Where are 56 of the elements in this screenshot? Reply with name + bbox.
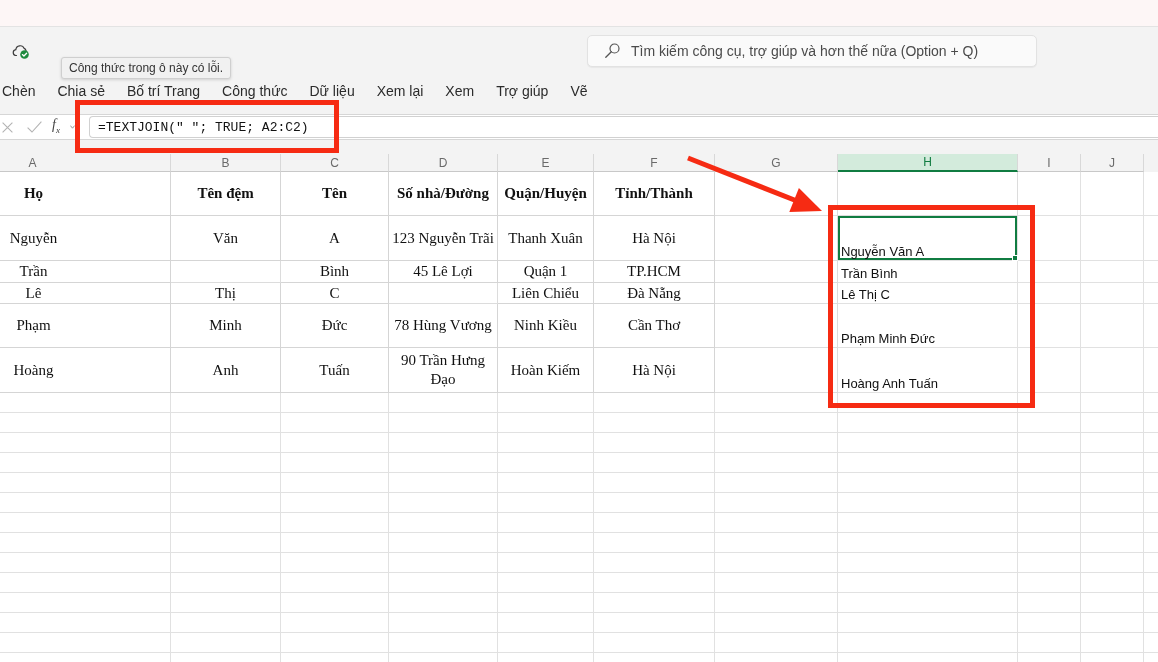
sheet-cell[interactable]: Bình xyxy=(281,261,389,283)
sheet-cell[interactable]: Số nhà/Đường xyxy=(389,172,498,216)
sheet-cell[interactable]: Ninh Kiều xyxy=(498,304,594,348)
sheet-cell[interactable]: Văn xyxy=(171,216,281,261)
ribbon-tab[interactable]: Xem lại xyxy=(376,83,424,99)
sheet-cell[interactable]: Quận 1 xyxy=(498,261,594,283)
search-field[interactable]: Tìm kiếm công cụ, trợ giúp và hơn thế nữa (Option + Q) xyxy=(587,34,1037,67)
ribbon-tab[interactable]: Xem xyxy=(445,83,475,99)
sheet-cell[interactable]: Họ xyxy=(0,172,171,216)
sheet-cell[interactable]: 123 Nguyễn Trãi xyxy=(389,216,498,261)
sheet-cell[interactable]: Minh xyxy=(171,304,281,348)
ribbon-tab[interactable]: Trợ giúp xyxy=(496,83,549,99)
column-header[interactable]: I xyxy=(1018,154,1081,172)
sheet-cell[interactable]: Lê xyxy=(0,283,171,304)
ribbon-tab[interactable]: Bố trí Trang xyxy=(126,83,201,99)
cancel-icon[interactable] xyxy=(2,121,13,133)
ribbon-tab[interactable]: Dữ liệu xyxy=(309,83,355,99)
fill-handle[interactable] xyxy=(1012,255,1018,261)
sheet-cell[interactable]: Đức xyxy=(281,304,389,348)
check-icon[interactable] xyxy=(27,121,42,133)
sheet-cell[interactable]: Tên đệm xyxy=(171,172,281,216)
column-header[interactable]: J xyxy=(1081,154,1144,172)
formula-field[interactable]: =TEXTJOIN(" "; TRUE; A2:C2) xyxy=(89,116,1158,138)
sheet-cell[interactable]: 90 Trần Hưng Đạo xyxy=(389,348,498,393)
sheet-cell[interactable]: Tên xyxy=(281,172,389,216)
search-icon xyxy=(605,43,620,58)
sheet-cell[interactable]: Thanh Xuân xyxy=(498,216,594,261)
sheet-cell[interactable]: Nguyễn Văn A xyxy=(838,216,1018,261)
sheet-cell[interactable]: Anh xyxy=(171,348,281,393)
sheet-cell[interactable]: Đà Nẵng xyxy=(594,283,715,304)
sheet-cell[interactable]: Hà Nội xyxy=(594,216,715,261)
sheet-cell[interactable]: Hà Nội xyxy=(594,348,715,393)
ribbon-tab[interactable]: Công thức xyxy=(222,83,288,99)
ribbon-tab[interactable]: Chèn xyxy=(2,83,36,99)
sheet-cell[interactable]: Nguyễn xyxy=(0,216,171,261)
cloud-check-icon xyxy=(12,42,30,59)
sheet-cell[interactable]: TP.HCM xyxy=(594,261,715,283)
sheet-cell[interactable]: A xyxy=(281,216,389,261)
column-header[interactable]: H xyxy=(838,154,1018,172)
sheet-cell[interactable]: Tuấn xyxy=(281,348,389,393)
tooltip: Công thức trong ô này có lỗi. xyxy=(61,57,232,79)
sheet-cell[interactable]: Phạm xyxy=(0,304,171,348)
sheet-cell[interactable]: 78 Hùng Vương xyxy=(389,304,498,348)
sheet-cell[interactable]: C xyxy=(281,283,389,304)
sheet-cell[interactable]: 45 Lê Lợi xyxy=(389,261,498,283)
ribbon-tab[interactable]: Chia sẻ xyxy=(57,83,105,99)
sheet-cell[interactable]: Liên Chiểu xyxy=(498,283,594,304)
sheet-cell[interactable]: Tỉnh/Thành xyxy=(594,172,715,216)
ribbon-tab[interactable]: Vẽ xyxy=(570,83,588,99)
sheet-cell[interactable]: Hoàn Kiếm xyxy=(498,348,594,393)
insert-function-button[interactable]: f$_{x}$ xyxy=(52,116,66,138)
sheet-cell[interactable]: Trần xyxy=(0,261,171,283)
sheet-cell[interactable]: Quận/Huyện xyxy=(498,172,594,216)
sheet-cell[interactable]: Cần Thơ xyxy=(594,304,715,348)
sheet-cell[interactable]: Thị xyxy=(171,283,281,304)
sheet-cell[interactable]: Hoàng xyxy=(0,348,171,393)
